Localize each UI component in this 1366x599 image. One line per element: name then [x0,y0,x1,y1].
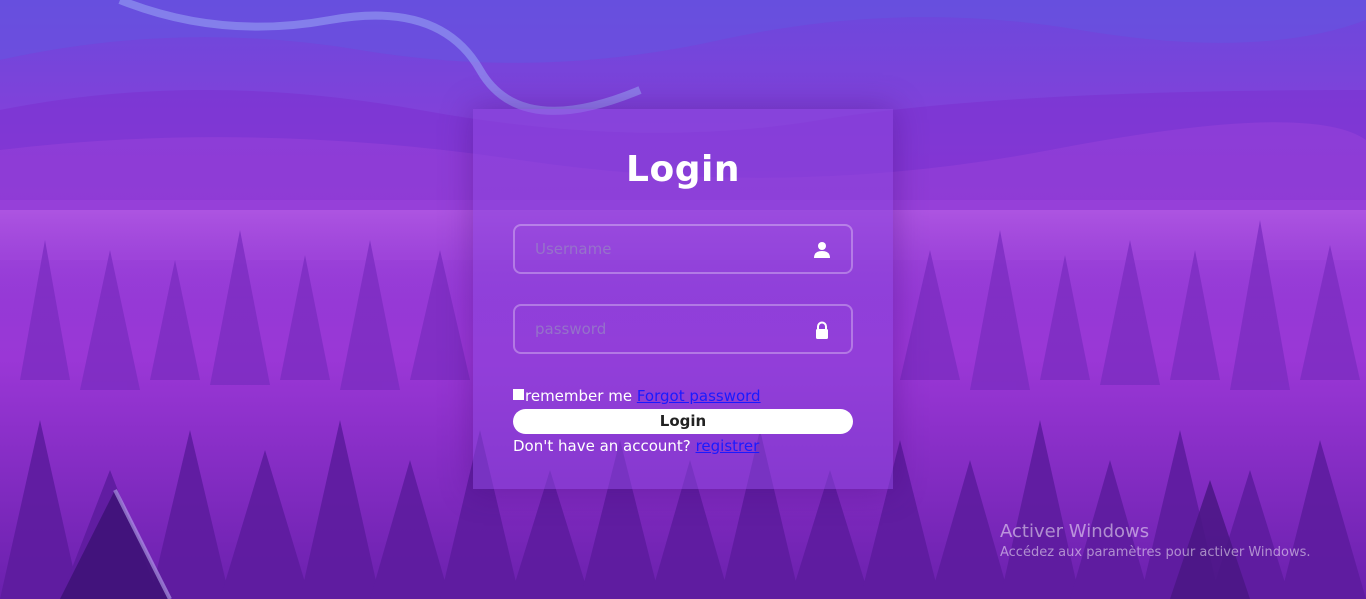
remember-checkbox[interactable] [513,389,524,400]
forgot-password-link[interactable]: Forgot password [637,387,761,405]
register-prompt: Don't have an account? [513,437,691,455]
username-field[interactable] [513,224,853,274]
register-link[interactable]: registrer [696,437,760,455]
login-card: Login remember me Forgot password Login … [473,109,893,489]
login-title: Login [626,149,740,190]
lock-icon [816,321,828,339]
username-input[interactable] [515,226,851,272]
register-row: Don't have an account? registrer [513,437,759,455]
remember-label: remember me [525,387,633,405]
password-field[interactable] [513,304,853,354]
login-page: Login remember me Forgot password Login … [0,0,1366,599]
user-icon [814,242,830,258]
password-input[interactable] [515,306,851,352]
login-button[interactable]: Login [513,409,853,434]
activation-watermark: Activer Windows Accédez aux paramètres p… [1000,521,1311,563]
watermark-title: Activer Windows [1000,521,1150,542]
remember-row: remember me Forgot password [513,387,761,405]
watermark-subtitle: Accédez aux paramètres pour activer Wind… [1000,545,1311,560]
